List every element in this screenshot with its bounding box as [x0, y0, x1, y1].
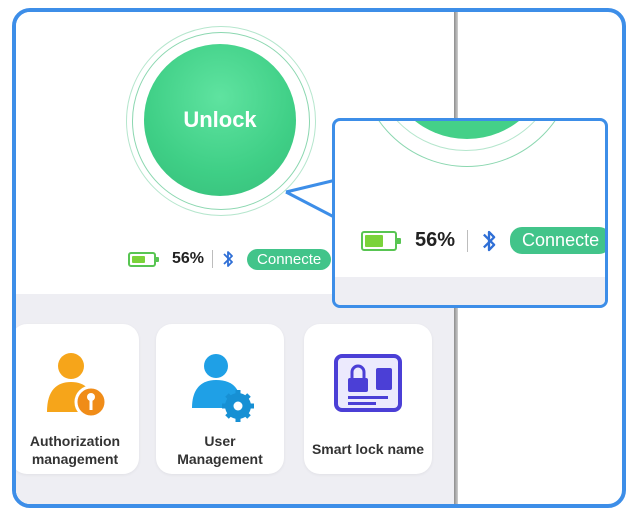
battery-percentage: 56%	[172, 250, 205, 267]
bluetooth-icon	[221, 249, 235, 269]
tile-label: Smart lock name	[311, 441, 425, 457]
authorization-key-user-icon	[16, 346, 139, 426]
status-divider	[467, 229, 469, 252]
user-management-tile[interactable]: User Management	[156, 324, 284, 474]
screenshot-frame: Unlock 56% Connecte Authorization manage…	[12, 8, 626, 508]
tile-label: Authorization management	[29, 433, 121, 467]
id-card-lock-icon	[304, 346, 432, 426]
bluetooth-icon	[480, 228, 498, 254]
menu-area	[335, 277, 605, 305]
tile-peek	[304, 504, 432, 508]
battery-icon	[361, 230, 401, 251]
battery-icon	[128, 251, 159, 267]
zoom-callout: 56% Connecte	[332, 118, 608, 308]
tile-peek	[12, 504, 139, 508]
tile-peek	[156, 504, 284, 508]
battery-percentage: 56%	[415, 229, 456, 251]
status-bar: 56% Connecte	[128, 248, 332, 270]
battery-level-fill	[132, 255, 146, 263]
smart-lock-name-tile[interactable]: Smart lock name	[304, 324, 432, 474]
battery-level-fill	[365, 234, 383, 247]
connection-status-badge: Connecte	[510, 227, 605, 254]
tile-label: User Management	[177, 433, 263, 467]
authorization-management-tile[interactable]: Authorization management	[16, 324, 139, 474]
unlock-button[interactable]: Unlock	[144, 44, 296, 196]
status-bar-zoomed: 56% Connecte	[361, 227, 605, 254]
connection-status-badge: Connecte	[247, 248, 332, 270]
user-settings-icon	[156, 346, 284, 426]
status-divider	[212, 250, 214, 268]
